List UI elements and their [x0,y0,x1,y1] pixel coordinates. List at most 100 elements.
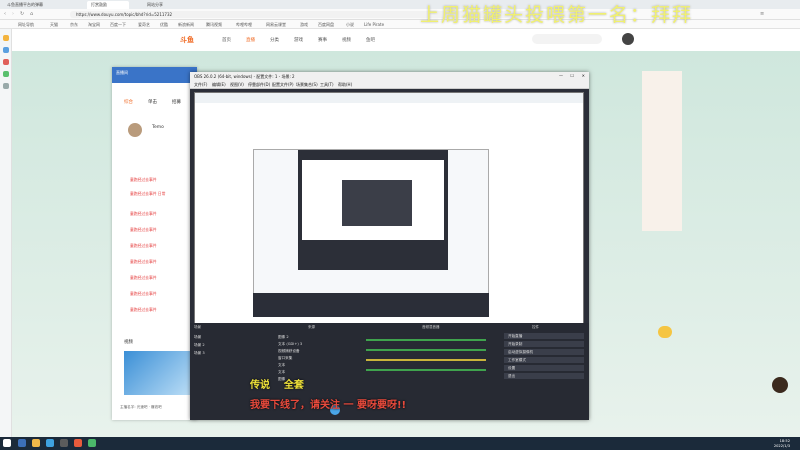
anchor-avatar[interactable] [128,123,142,137]
start-record-button[interactable]: 开始录制 [504,341,584,347]
bookmark-item[interactable]: 京东 [70,22,78,28]
list-item[interactable]: 童跑经过去事件 [130,291,157,297]
app-icon[interactable] [88,439,96,447]
bookmark-item[interactable]: 哔哩哔哩 [236,22,252,28]
subtitle-line-1: 传说 全套 [250,380,304,391]
site-logo[interactable]: 斗鱼 [180,35,194,45]
exit-button[interactable]: 退出 [504,373,584,379]
nested-preview [302,160,444,240]
list-item[interactable]: 童跑经过去事件 [130,259,157,265]
list-item[interactable]: 童跑经过去事件 [130,211,157,217]
list-item[interactable]: 童跑经过去事件 [130,275,157,281]
scene-item[interactable]: 场景 [194,335,201,340]
bookmark-item[interactable]: 天猫 [50,22,58,28]
maximize-icon[interactable]: ☐ [570,73,574,78]
menu-item[interactable]: 场景集合(S) [296,82,318,88]
scene-item[interactable]: 场景 3 [194,351,205,356]
browser-sidebar [0,29,12,437]
chat-icon[interactable] [3,71,9,77]
menu-item[interactable]: 配置文件(P) [272,82,294,88]
nav-item[interactable]: 鱼吧 [366,37,375,43]
nav-item[interactable]: 首页 [222,37,231,43]
app-icon[interactable] [74,439,82,447]
avatar[interactable] [622,33,634,45]
menu-item[interactable]: 帮助(H) [338,82,352,88]
dock-title-scenes: 场景 [194,325,201,329]
source-item[interactable]: 文本 (GDI+) 3 [278,342,302,347]
chat-tab[interactable]: 单击 [148,99,157,105]
source-item[interactable]: 图像 2 [278,335,289,340]
nav-item[interactable]: 游戏 [294,37,303,43]
nav-item[interactable]: 视频 [342,37,351,43]
video-thumbnail[interactable] [124,351,194,395]
bookmark-item[interactable]: 新浪新闻 [178,22,194,28]
list-item[interactable]: 童跑经过去事件 [130,307,157,313]
dock-title-controls: 控件 [532,325,539,329]
chat-footer: 主播名字: 光速吧 · 赚钱吧 [120,405,162,409]
tab-3[interactable]: 网站分享 [143,1,179,9]
menu-item[interactable]: 视图(V) [230,82,244,88]
settings-button[interactable]: 设置 [504,365,584,371]
bookmark-item[interactable]: 百度网盘 [318,22,334,28]
nav-item[interactable]: 分类 [270,37,279,43]
bookmark-item[interactable]: 腾讯视频 [206,22,222,28]
bookmark-item[interactable]: 爱奇艺 [138,22,150,28]
volume-meter [366,369,486,371]
obs-icon[interactable] [60,439,68,447]
search-icon[interactable] [18,439,26,447]
mascot-badge [772,377,788,393]
folder-icon[interactable] [32,439,40,447]
section-title: 视频 [124,340,133,345]
start-stream-button[interactable]: 开始直播 [504,333,584,339]
volume-meter [366,339,486,341]
bookmark-item[interactable]: 网址导航 [18,22,34,28]
tab-1[interactable]: 斗鱼直播平台的弹幕 [3,1,51,9]
reload-icon[interactable]: ↻ [20,11,24,17]
minimize-icon[interactable]: — [559,73,563,78]
weibo-icon[interactable] [3,59,9,65]
bookmark-item[interactable]: 小说 [346,22,354,28]
scene-item[interactable]: 场景 2 [194,343,205,348]
browser-icon[interactable] [46,439,54,447]
tab-2[interactable]: 打赏鼓励 [87,1,129,9]
list-item[interactable]: 童跑经过去事件 [130,177,157,183]
nested-page [253,149,489,299]
list-item[interactable]: 童跑经过去事件 [130,243,157,249]
chat-tab[interactable]: 招募 [172,99,181,105]
start-icon[interactable] [3,439,11,447]
virtual-camera-button[interactable]: 启动虚拟摄像机 [504,349,584,355]
source-item[interactable]: 文本 [278,363,285,368]
list-item[interactable]: 童跑经过去事件 [130,227,157,233]
nav-item[interactable]: 直播 [246,37,255,43]
chat-tab[interactable]: 综合 [124,99,133,105]
download-icon[interactable] [3,83,9,89]
menu-item[interactable]: 编辑(E) [212,82,226,88]
star-icon[interactable] [3,35,9,41]
back-icon[interactable]: ‹ [4,11,6,17]
menu-item[interactable]: 文件(F) [194,82,207,88]
home-icon[interactable]: ⌂ [30,11,33,17]
close-icon[interactable]: ✕ [582,73,585,78]
list-item[interactable]: 童跑经过去事件 日常 [130,191,165,197]
forward-icon[interactable]: › [12,11,14,17]
history-icon[interactable] [3,47,9,53]
anchor-name: Temo [152,125,164,130]
studio-mode-button[interactable]: 工作室模式 [504,357,584,363]
bookmark-item[interactable]: 百度一下 [110,22,126,28]
taskbar-clock[interactable]: 18:52 2022/1/3 [774,439,790,448]
nested-browser-bar [195,93,583,103]
chat-panel: 直播间 综合 单击 招募 Temo 童跑经过去事件 童跑经过去事件 日常 童跑经… [112,67,197,420]
site-search-input[interactable] [532,34,602,44]
bookmark-item[interactable]: 淘宝网 [88,22,100,28]
source-item[interactable]: 视频捕获设备 [278,349,300,354]
nav-item[interactable]: 赛事 [318,37,327,43]
menu-item[interactable]: 工具(T) [320,82,334,88]
source-item[interactable]: 文本 [278,370,285,375]
bookmark-item[interactable]: 游戏 [300,22,308,28]
menu-item[interactable]: 停靠部件(D) [248,82,270,88]
source-item[interactable]: 窗口采集 [278,356,292,361]
bookmark-item[interactable]: 网易云课堂 [266,22,286,28]
bookmark-item[interactable]: Life Pirate [364,22,384,27]
volume-meter [366,349,486,351]
bookmark-item[interactable]: 优酷 [160,22,168,28]
